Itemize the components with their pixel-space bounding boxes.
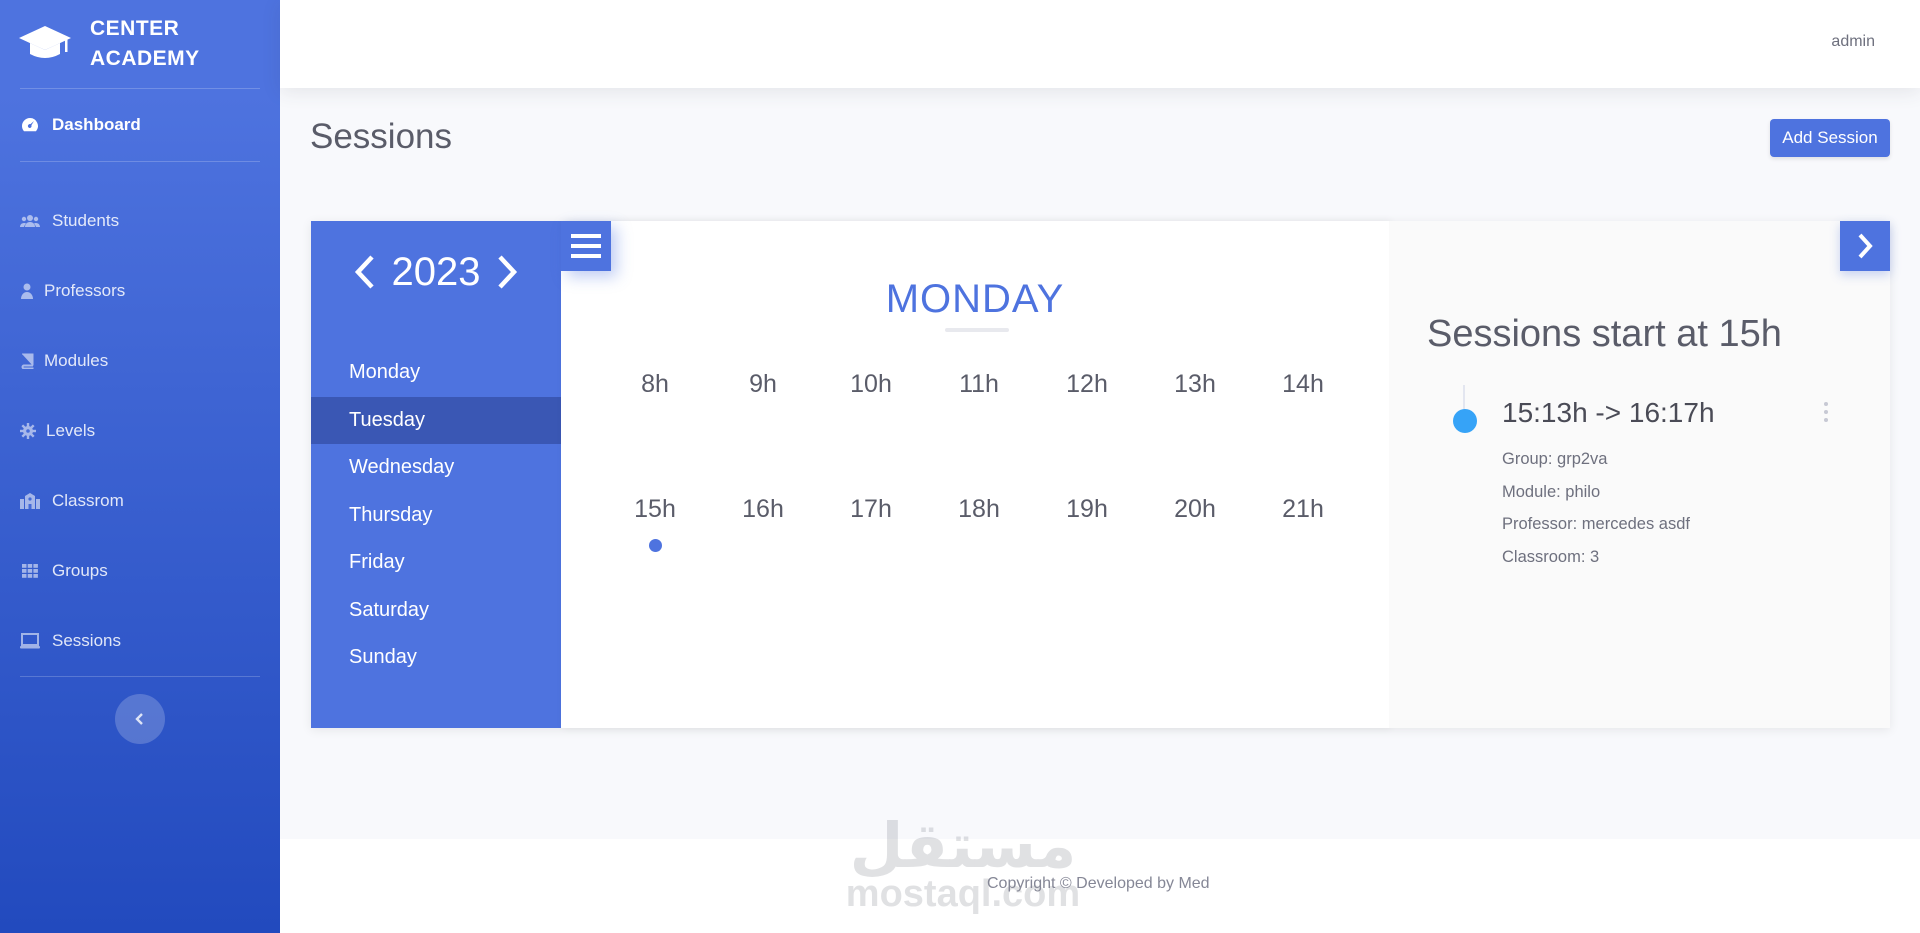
- sidebar-item-label: Sessions: [52, 631, 121, 650]
- hour-slot-label: 15h: [634, 495, 676, 523]
- day-item[interactable]: Monday: [311, 349, 561, 397]
- school-icon: [20, 492, 40, 510]
- sidebar-item-label: Classrom: [52, 491, 124, 510]
- chevron-right-icon: [498, 255, 518, 289]
- session-details: Group: grp2va Module: philo Professor: m…: [1502, 443, 1690, 573]
- sidebar-item-label: Modules: [44, 351, 109, 370]
- hour-slot[interactable]: 20h: [1141, 489, 1249, 529]
- sidebar-item-dashboard[interactable]: Dashboard: [0, 89, 280, 161]
- hour-slot[interactable]: 8h: [601, 364, 709, 404]
- copyright-text: Copyright © Developed by Med: [987, 875, 1210, 892]
- book-icon: [20, 352, 34, 370]
- chevron-left-icon: [135, 713, 143, 725]
- brand-name-line2: ACADEMY: [90, 47, 200, 70]
- sidebar-item-sessions[interactable]: Sessions: [0, 606, 280, 676]
- page-title: Sessions: [310, 117, 453, 156]
- calendar-menu-button[interactable]: [561, 221, 611, 271]
- hour-slot[interactable]: 11h: [925, 364, 1033, 404]
- laptop-icon: [20, 632, 40, 650]
- chevron-right-icon: [1858, 233, 1873, 259]
- watermark-arabic: مستقل: [849, 809, 1077, 882]
- day-item[interactable]: Saturday: [311, 587, 561, 635]
- hour-slot[interactable]: 10h: [817, 364, 925, 404]
- hour-slot[interactable]: 13h: [1141, 364, 1249, 404]
- sidebar-item-levels[interactable]: Levels: [0, 396, 280, 466]
- sidebar-item-groups[interactable]: Groups: [0, 536, 280, 606]
- hour-slot[interactable]: 12h: [1033, 364, 1141, 404]
- cog-icon: [20, 422, 36, 440]
- day-list: Monday Tuesday Wednesday Thursday Friday…: [311, 349, 561, 682]
- sidebar-item-label: Professors: [44, 281, 126, 300]
- sidebar-item-professors[interactable]: Professors: [0, 256, 280, 326]
- hours-row: 15h 16h 17h 18h 19h 20h 21h: [601, 489, 1357, 552]
- grid-icon: [20, 562, 40, 580]
- hour-slot[interactable]: 9h: [709, 364, 817, 404]
- hour-slot[interactable]: 16h: [709, 489, 817, 529]
- hour-slot[interactable]: 17h: [817, 489, 925, 529]
- chevron-left-icon: [354, 255, 374, 289]
- sidebar-item-modules[interactable]: Modules: [0, 326, 280, 396]
- hamburger-menu-icon: [571, 234, 601, 258]
- session-classroom: Classroom: 3: [1502, 547, 1600, 566]
- day-item-selected[interactable]: Tuesday: [311, 396, 561, 444]
- calendar-sidebar: 2023 Monday Tuesday Wednesday Thursday F…: [311, 221, 561, 728]
- day-item[interactable]: Wednesday: [311, 444, 561, 492]
- hour-slot[interactable]: 18h: [925, 489, 1033, 529]
- user-icon: [20, 282, 34, 300]
- current-day-title: MONDAY: [885, 277, 1065, 321]
- sidebar-item-label: Groups: [52, 561, 108, 580]
- sidebar-item-students[interactable]: Students: [0, 186, 280, 256]
- topbar: admin: [280, 0, 1920, 88]
- prev-year-button[interactable]: [350, 252, 380, 292]
- brand-name: CENTER ACADEMY: [90, 14, 220, 74]
- sidebar-item-label: Dashboard: [52, 115, 141, 134]
- year-value: 2023: [391, 249, 481, 294]
- day-item[interactable]: Friday: [311, 539, 561, 587]
- next-button[interactable]: [1840, 221, 1890, 271]
- year-selector: 2023: [311, 247, 561, 297]
- day-title-underline: [945, 328, 1009, 332]
- hour-slot[interactable]: 14h: [1249, 364, 1357, 404]
- users-icon: [20, 212, 40, 230]
- hour-slot[interactable]: 21h: [1249, 489, 1357, 529]
- calendar-card: 2023 Monday Tuesday Wednesday Thursday F…: [311, 221, 1890, 728]
- hour-slot[interactable]: 19h: [1033, 489, 1141, 529]
- tachometer-icon: [20, 116, 40, 134]
- session-professor: Professor: mercedes asdf: [1502, 515, 1690, 533]
- hour-slot-with-session[interactable]: 15h: [601, 489, 709, 552]
- brand[interactable]: CENTER ACADEMY: [0, 0, 280, 88]
- footer: مستقل mostaql.com Copyright © Developed …: [280, 809, 1920, 933]
- session-group: Group: grp2va: [1502, 450, 1608, 468]
- next-year-button[interactable]: [492, 252, 522, 292]
- sessions-heading: Sessions start at 15h: [1427, 313, 1782, 355]
- sidebar-item-label: Students: [52, 211, 120, 230]
- session-indicator-dot: [649, 539, 662, 552]
- brand-name-line1: CENTER: [90, 17, 180, 40]
- sessions-panel: Sessions start at 15h 15:13h -> 16:17h G…: [1389, 221, 1890, 728]
- timeline-dot: [1453, 409, 1477, 433]
- session-time: 15:13h -> 16:17h: [1502, 397, 1715, 428]
- add-session-button[interactable]: Add Session: [1770, 119, 1890, 157]
- sidebar: CENTER ACADEMY Dashboard Students Profes…: [0, 0, 280, 933]
- kebab-menu-icon[interactable]: [1821, 402, 1831, 422]
- day-item[interactable]: Sunday: [311, 634, 561, 682]
- graduation-cap-icon: [19, 26, 71, 58]
- hours-row: 8h 9h 10h 11h 12h 13h 14h: [601, 364, 1357, 404]
- sidebar-divider: [20, 676, 260, 677]
- sidebar-item-classroom[interactable]: Classrom: [0, 466, 280, 536]
- day-item[interactable]: Thursday: [311, 492, 561, 540]
- user-menu[interactable]: admin: [1831, 33, 1875, 51]
- sidebar-toggle-button[interactable]: [115, 694, 165, 744]
- calendar-day-view: MONDAY 8h 9h 10h 11h 12h 13h 14h 15h 16h…: [561, 221, 1389, 728]
- session-module: Module: philo: [1502, 482, 1601, 501]
- sidebar-item-label: Levels: [46, 421, 96, 440]
